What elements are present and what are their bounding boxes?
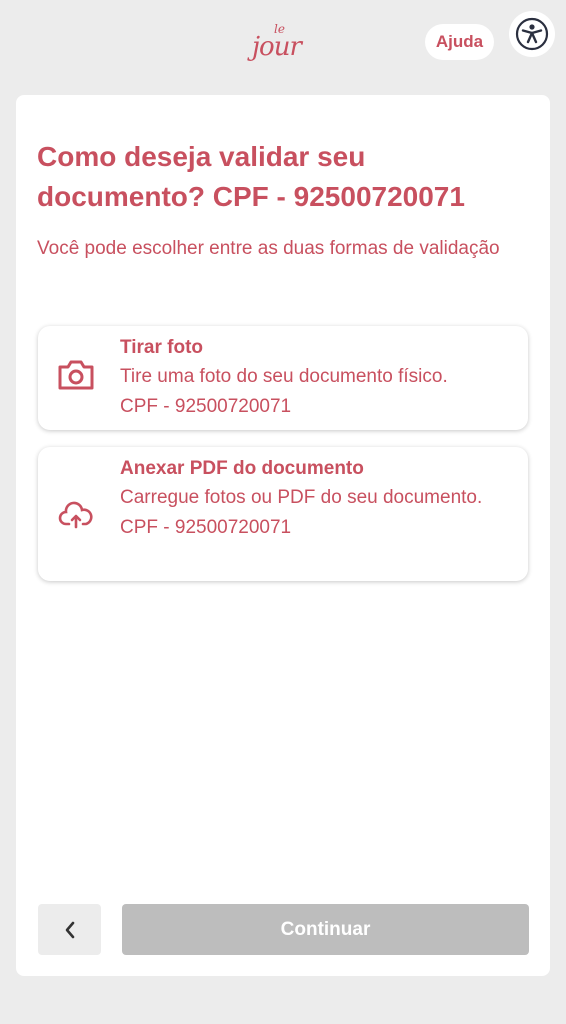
validation-card: Como deseja validar seu documento? CPF -…	[16, 95, 550, 976]
option-attach-pdf[interactable]: Anexar PDF do documento Carregue fotos o…	[38, 447, 528, 581]
option-title: Tirar foto	[120, 337, 204, 358]
cloud-upload-icon	[56, 501, 96, 536]
back-button[interactable]	[38, 904, 101, 955]
option-cpf: CPF - 92500720071	[120, 517, 292, 538]
option-description: Carregue fotos ou PDF do seu documento.	[120, 487, 483, 508]
page-subtitle: Você pode escolher entre as duas formas …	[37, 238, 500, 259]
option-cpf: CPF - 92500720071	[120, 396, 292, 417]
chevron-left-icon	[65, 921, 74, 938]
top-bar: le jour Ajuda	[0, 0, 566, 90]
accessibility-icon	[515, 17, 549, 51]
camera-icon	[56, 358, 96, 397]
logo-main-text: jour	[252, 32, 302, 62]
option-title: Anexar PDF do documento	[120, 458, 364, 479]
brand-logo: le jour	[250, 22, 314, 66]
accessibility-button[interactable]	[509, 11, 555, 57]
help-button[interactable]: Ajuda	[425, 24, 494, 60]
page-title: Como deseja validar seu documento? CPF -…	[37, 141, 465, 212]
option-take-photo[interactable]: Tirar foto Tire uma foto do seu document…	[38, 326, 528, 430]
option-description: Tire uma foto do seu documento físico.	[120, 366, 448, 387]
continue-button[interactable]: Continuar	[122, 904, 529, 955]
